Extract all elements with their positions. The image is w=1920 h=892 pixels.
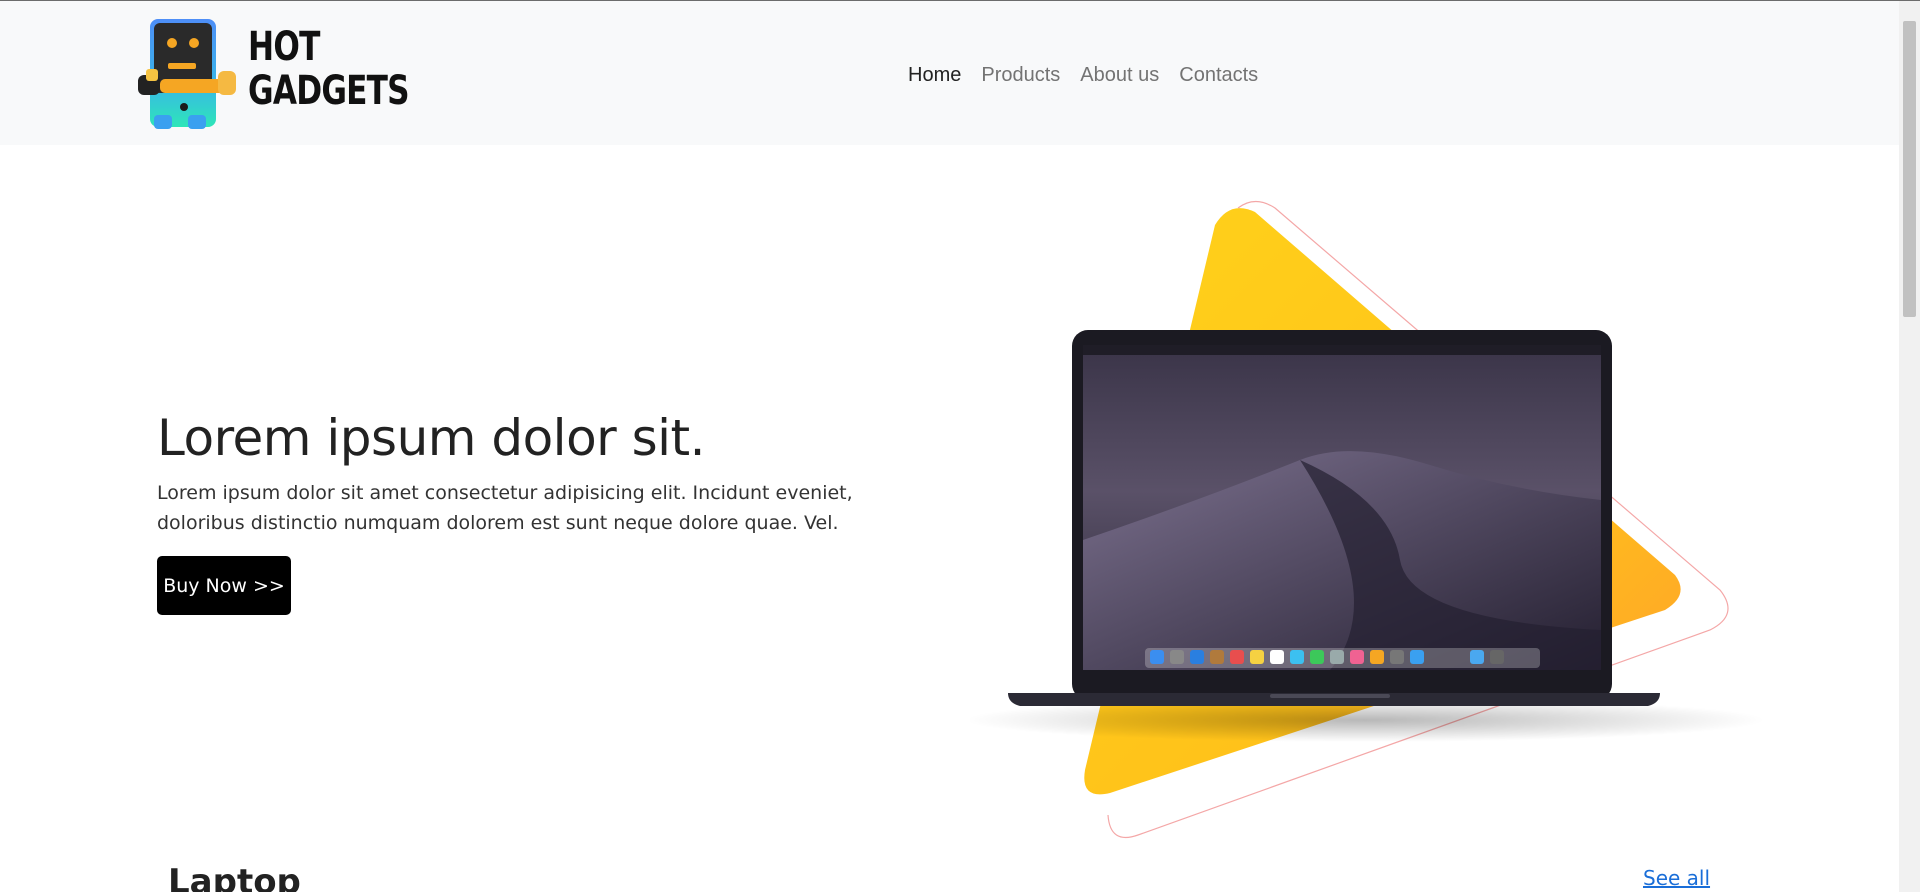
vertical-scrollbar[interactable]	[1899, 1, 1920, 892]
hero-laptop-image	[970, 200, 1765, 839]
nav-contacts[interactable]: Contacts	[1169, 61, 1268, 89]
scrollbar-thumb[interactable]	[1903, 21, 1916, 317]
navbar: HOT GADGETS Home Products About us Conta…	[0, 1, 1899, 145]
hero-description: Lorem ipsum dolor sit amet consectetur a…	[157, 482, 853, 534]
see-all-link[interactable]: See all	[1643, 866, 1710, 890]
section-title-laptop: Laptop	[168, 862, 301, 892]
buy-now-button[interactable]: Buy Now >>	[157, 556, 291, 615]
main-nav: Home Products About us Contacts	[898, 61, 1268, 89]
brand-line-1: HOT	[248, 24, 320, 70]
nav-home[interactable]: Home	[898, 61, 971, 89]
nav-products[interactable]: Products	[971, 61, 1070, 89]
brand-name: HOT GADGETS	[248, 24, 410, 114]
nav-about-us[interactable]: About us	[1070, 61, 1169, 89]
brand-logo[interactable]: HOT GADGETS	[138, 17, 410, 131]
hero-title: Lorem ipsum dolor sit.	[157, 409, 706, 467]
brand-line-2: GADGETS	[248, 68, 410, 114]
robot-mascot-icon	[138, 19, 236, 129]
